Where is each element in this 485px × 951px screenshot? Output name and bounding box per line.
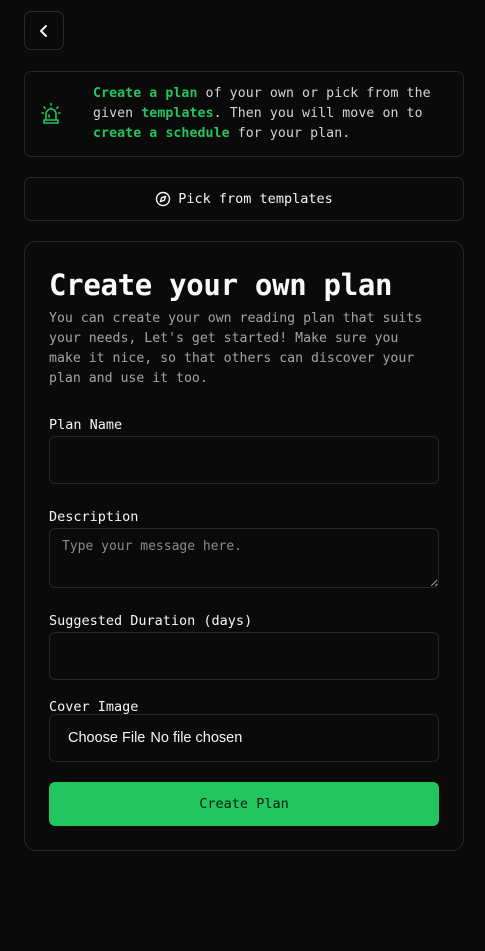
siren-alarm-icon [26,102,76,126]
cover-image-label: Cover Image [49,699,139,715]
form-title: Create your own plan [49,268,393,302]
cover-image-file-input[interactable]: Choose File No file chosen [49,714,439,762]
duration-input[interactable] [49,632,439,680]
compass-icon [156,191,171,207]
pick-templates-label: Pick from templates [178,191,333,207]
notice-text: Create a plan of your own or pick from t… [93,86,431,141]
create-plan-card: Create your own plan You can create your… [24,241,464,851]
info-notice: Create a plan of your own or pick from t… [24,71,464,157]
notice-highlight-create-schedule: create a schedule [93,126,230,141]
choose-file-button[interactable]: Choose File [68,730,145,746]
form-intro: You can create your own reading plan tha… [49,311,423,386]
create-plan-button[interactable]: Create Plan [49,782,439,826]
notice-highlight-create-plan: Create a plan [93,86,198,101]
chevron-left-icon [40,24,47,37]
notice-highlight-templates: templates [141,106,214,121]
page: Create a plan of your own or pick from t… [0,0,485,951]
plan-name-input[interactable] [49,436,439,484]
duration-label: Suggested Duration (days) [49,613,253,629]
description-label: Description [49,509,139,525]
back-button[interactable] [24,11,64,50]
plan-name-label: Plan Name [49,417,123,433]
description-textarea[interactable] [49,528,439,588]
file-status: No file chosen [150,730,243,746]
pick-templates-button[interactable]: Pick from templates [24,177,464,221]
